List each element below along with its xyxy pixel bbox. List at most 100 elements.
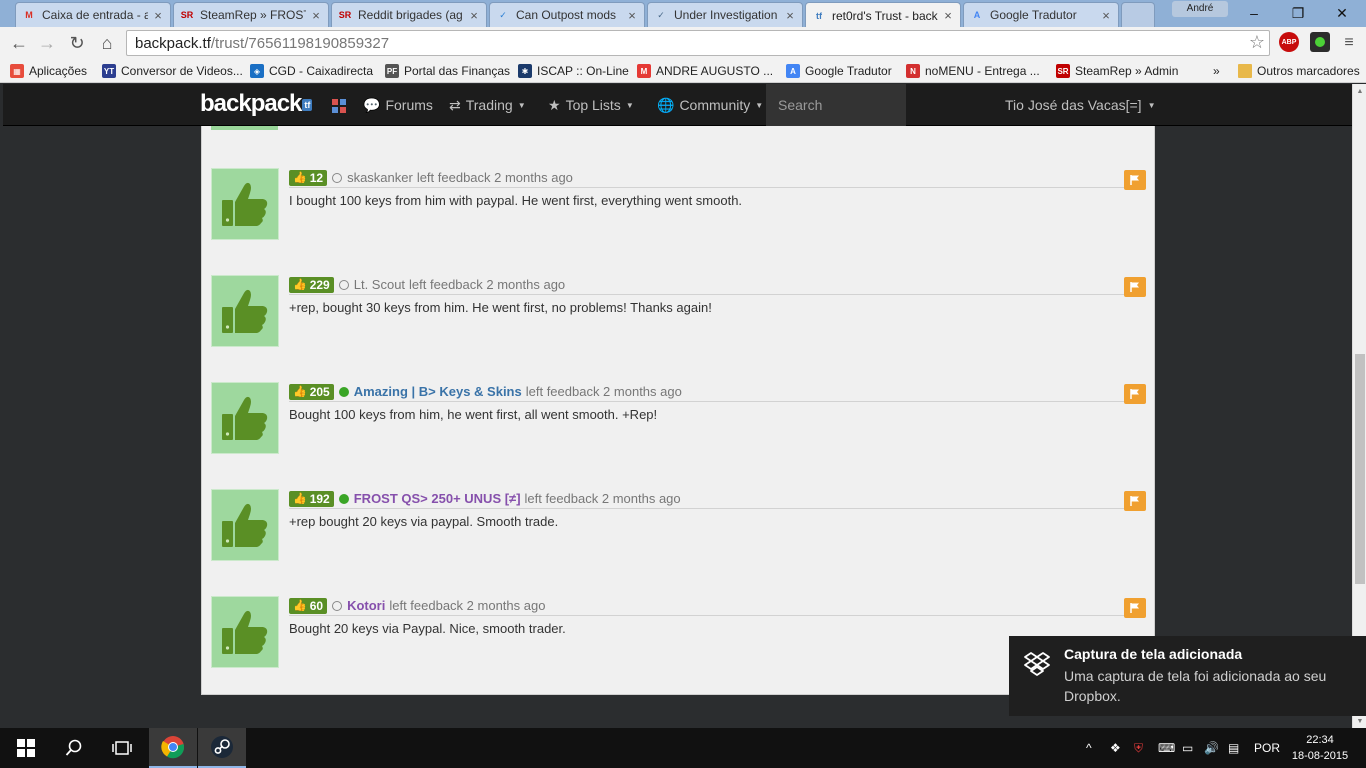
input-method-icon[interactable]: ⌨ bbox=[1158, 728, 1175, 768]
bookmark-item[interactable]: ◈ CGD - Caixadirecta bbox=[250, 62, 373, 80]
steam-taskbar-icon[interactable] bbox=[198, 728, 246, 768]
scroll-up-arrow-icon[interactable]: ▲ bbox=[1353, 84, 1366, 98]
close-tab-icon[interactable]: × bbox=[1100, 8, 1112, 23]
back-arrow-icon[interactable]: ← bbox=[8, 32, 30, 54]
reputation-badge[interactable]: 👍 229 bbox=[289, 276, 334, 293]
antivirus-tray-icon[interactable]: ⛨ bbox=[1134, 728, 1143, 768]
steamrep-icon: SR bbox=[180, 10, 194, 20]
bookmark-item[interactable]: A Google Tradutor bbox=[786, 62, 892, 80]
feedback-author[interactable]: FROST QS> 250+ UNUS [≠] bbox=[354, 491, 521, 506]
chrome-menu-icon[interactable]: ≡ bbox=[1338, 32, 1360, 54]
report-flag-button[interactable] bbox=[1124, 598, 1146, 618]
minimize-button[interactable]: ‒ bbox=[1232, 0, 1276, 26]
tab-6[interactable]: A Google Tradutor × bbox=[963, 2, 1119, 27]
user-menu[interactable]: Tio José das Vacas[=] ▼ bbox=[1005, 84, 1156, 126]
close-tab-icon[interactable]: × bbox=[468, 8, 480, 23]
user-name: Tio José das Vacas[=] bbox=[1005, 97, 1142, 113]
reload-icon[interactable]: ↻ bbox=[66, 32, 88, 54]
tab-4[interactable]: ✓ Under Investigation × bbox=[647, 2, 803, 27]
reputation-badge[interactable]: 👍 60 bbox=[289, 597, 328, 614]
bookmark-item[interactable]: PF Portal das Finanças bbox=[385, 62, 510, 80]
reputation-count: 205 bbox=[309, 384, 330, 399]
report-flag-button[interactable] bbox=[1124, 170, 1146, 190]
iscap-icon: ✱ bbox=[518, 64, 532, 78]
notification-title: Captura de tela adicionada bbox=[1064, 646, 1243, 662]
other-bookmarks-folder[interactable]: Outros marcadores bbox=[1238, 62, 1360, 80]
address-bar[interactable]: backpack.tf/trust/76561198190859327 ☆ bbox=[126, 30, 1270, 56]
report-flag-button[interactable] bbox=[1124, 384, 1146, 404]
bookmarks-overflow-button[interactable]: » bbox=[1213, 62, 1220, 80]
close-tab-icon[interactable]: × bbox=[942, 8, 954, 23]
bookmark-star-icon[interactable]: ☆ bbox=[1249, 32, 1265, 53]
positive-feedback-icon bbox=[211, 596, 279, 668]
tab-2[interactable]: SR Reddit brigades (ag × bbox=[331, 2, 487, 27]
extension-icon[interactable] bbox=[1310, 32, 1330, 52]
adblock-plus-icon[interactable]: ABP bbox=[1279, 32, 1299, 52]
dropbox-notification[interactable]: Captura de tela adicionada Uma captura d… bbox=[1009, 636, 1366, 716]
feedback-author[interactable]: Kotori bbox=[347, 598, 385, 613]
page-scrollbar[interactable]: ▲ ▼ bbox=[1352, 84, 1366, 728]
home-icon[interactable]: ⌂ bbox=[96, 32, 118, 54]
tray-chevron-icon[interactable]: ^ bbox=[1086, 728, 1092, 768]
report-flag-button[interactable] bbox=[1124, 277, 1146, 297]
feedback-author[interactable]: Lt. Scout bbox=[354, 277, 405, 292]
reputation-count: 192 bbox=[309, 491, 330, 506]
tab-5[interactable]: tf ret0rd's Trust - back × bbox=[805, 2, 961, 28]
flag-icon bbox=[1130, 282, 1139, 292]
reputation-badge[interactable]: 👍 192 bbox=[289, 490, 334, 507]
close-window-button[interactable]: ✕ bbox=[1320, 0, 1364, 26]
report-flag-button[interactable] bbox=[1124, 491, 1146, 511]
nav-trading[interactable]: ⇄ Trading ▼ bbox=[449, 84, 526, 126]
bookmark-label: Conversor de Videos... bbox=[121, 64, 243, 78]
bookmark-item[interactable]: ✱ ISCAP :: On-Line bbox=[518, 62, 629, 80]
flag-icon bbox=[1130, 603, 1139, 613]
nav-community[interactable]: 🌐 Community ▼ bbox=[657, 84, 763, 126]
close-tab-icon[interactable]: × bbox=[152, 8, 164, 23]
dropbox-tray-icon[interactable]: ❖ bbox=[1110, 728, 1121, 768]
maximize-button[interactable]: ❐ bbox=[1276, 0, 1320, 26]
bookmark-item[interactable]: SR SteamRep » Admin bbox=[1056, 62, 1178, 80]
notification-body: Uma captura de tela foi adicionada ao se… bbox=[1064, 668, 1327, 704]
reputation-badge[interactable]: 👍 12 bbox=[289, 169, 328, 186]
forward-arrow-icon[interactable]: → bbox=[36, 32, 58, 54]
outpost-icon: ✓ bbox=[499, 9, 507, 20]
new-tab-button[interactable] bbox=[1121, 2, 1155, 27]
scroll-down-arrow-icon[interactable]: ▼ bbox=[1353, 714, 1366, 728]
bookmark-item[interactable]: ▦ Aplicações bbox=[10, 62, 87, 80]
windows-start-icon[interactable] bbox=[2, 728, 50, 768]
network-icon[interactable]: ▭ bbox=[1182, 728, 1193, 768]
tab-3[interactable]: ✓ Can Outpost mods × bbox=[489, 2, 645, 27]
apps-grid-icon[interactable] bbox=[332, 99, 346, 113]
bookmark-item[interactable]: M ANDRE AUGUSTO ... bbox=[637, 62, 773, 80]
tab-title: Reddit brigades (ag bbox=[358, 8, 463, 22]
system-clock[interactable]: 22:34 18-08-2015 bbox=[1290, 732, 1350, 764]
bookmark-item[interactable]: NnoMENU - Entrega ... bbox=[906, 62, 1040, 80]
close-tab-icon[interactable]: × bbox=[310, 8, 322, 23]
tab-1[interactable]: SR SteamRep » FROST × bbox=[173, 2, 329, 27]
language-indicator[interactable]: POR bbox=[1254, 728, 1280, 768]
mp3-icon: YT bbox=[102, 64, 116, 78]
feedback-header: 👍 60 Kotori left feedback 2 months ago bbox=[289, 596, 1145, 616]
nav-top-lists[interactable]: ★ Top Lists ▼ bbox=[548, 84, 634, 126]
scrollbar-thumb[interactable] bbox=[1355, 354, 1365, 584]
folder-icon bbox=[1238, 64, 1252, 78]
action-center-icon[interactable]: ▤ bbox=[1228, 728, 1239, 768]
feedback-header: 👍 192 FROST QS> 250+ UNUS [≠] left feedback… bbox=[289, 489, 1145, 509]
close-tab-icon[interactable]: × bbox=[784, 8, 796, 23]
reputation-badge[interactable]: 👍 205 bbox=[289, 383, 334, 400]
feedback-author[interactable]: Amazing | B> Keys & Skins bbox=[354, 384, 522, 399]
volume-icon[interactable]: 🔊 bbox=[1204, 728, 1219, 768]
online-status-icon bbox=[332, 172, 343, 183]
tab-0[interactable]: M Caixa de entrada - a × bbox=[15, 2, 171, 27]
task-view-icon[interactable] bbox=[98, 728, 146, 768]
close-tab-icon[interactable]: × bbox=[626, 8, 638, 23]
site-search-input[interactable] bbox=[766, 84, 906, 126]
search-icon[interactable] bbox=[50, 728, 98, 768]
nav-forums[interactable]: 💬 Forums bbox=[363, 84, 433, 126]
backpack-logo[interactable]: backpack tf bbox=[200, 90, 313, 118]
caret-down-icon: ▼ bbox=[1147, 100, 1156, 110]
profile-button[interactable]: André bbox=[1172, 1, 1228, 17]
chrome-taskbar-icon[interactable] bbox=[149, 728, 197, 768]
bookmark-item[interactable]: YT Conversor de Videos... bbox=[102, 62, 243, 80]
feedback-author[interactable]: skaskanker bbox=[347, 170, 413, 185]
